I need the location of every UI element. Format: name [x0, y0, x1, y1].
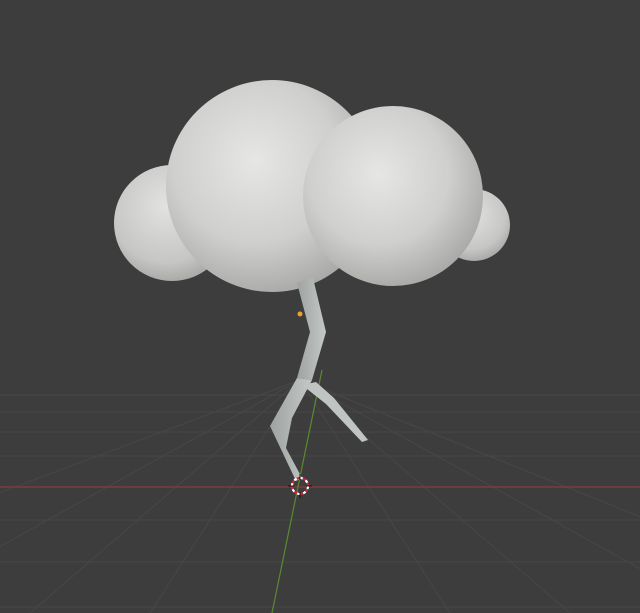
3d-viewport[interactable] — [0, 0, 640, 613]
cloud-object[interactable] — [114, 80, 510, 292]
object-origin-marker — [297, 311, 303, 317]
floor-grid — [0, 379, 640, 613]
3d-cursor-icon[interactable] — [288, 474, 312, 498]
viewport-canvas[interactable] — [0, 0, 640, 613]
lightning-bolt-object[interactable] — [270, 278, 368, 481]
cloud-sphere-right-large — [303, 106, 483, 286]
bolt-upper-segment — [297, 278, 326, 380]
